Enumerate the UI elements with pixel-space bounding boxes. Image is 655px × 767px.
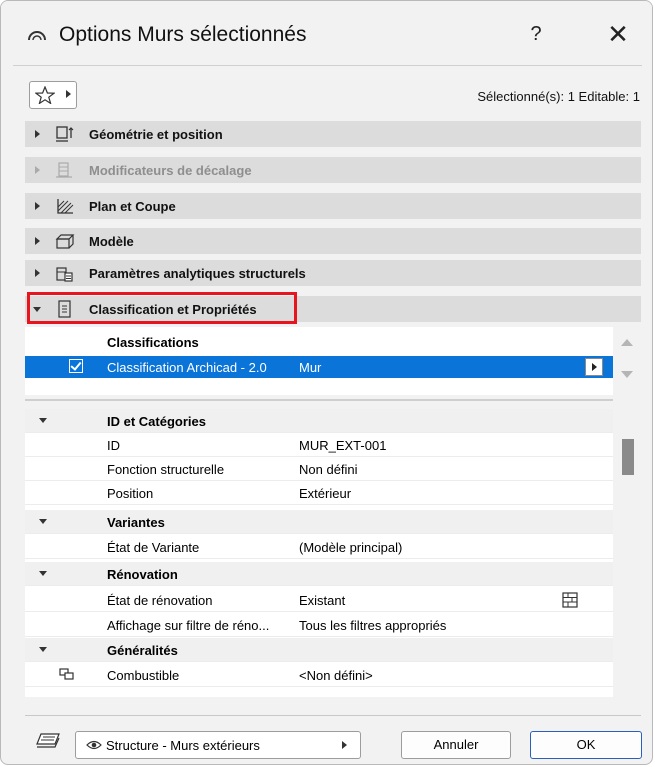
footer-divider <box>25 715 641 716</box>
chevron-right-icon <box>35 237 40 245</box>
panel-geometrie-position[interactable]: Géométrie et position <box>25 121 641 147</box>
scrollbar-thumb[interactable] <box>622 439 634 475</box>
group-label: Rénovation <box>107 567 178 582</box>
classification-value: Mur <box>299 360 322 375</box>
property-row[interactable]: État de Variante (Modèle principal) <box>25 535 613 559</box>
group-row[interactable]: Variantes <box>25 510 613 534</box>
archicad-logo-icon <box>28 31 46 41</box>
property-key: Affichage sur filtre de réno... <box>107 618 270 633</box>
title-bar: Options Murs sélectionnés ? ✕ <box>1 1 652 65</box>
property-value[interactable]: <Non défini> <box>299 668 373 683</box>
floorplan-section-icon <box>57 199 74 214</box>
property-key: État de rénovation <box>107 593 213 608</box>
chevron-right-icon <box>342 741 347 749</box>
classifications-list: Classifications Classification Archicad … <box>25 327 613 395</box>
layer-icon <box>36 733 60 748</box>
layer-name: Structure - Murs extérieurs <box>106 738 260 753</box>
chevron-down-icon <box>39 647 47 652</box>
panel-plan-coupe[interactable]: Plan et Coupe <box>25 193 641 219</box>
classifications-header: Classifications <box>107 335 199 350</box>
group-label: Variantes <box>107 515 165 530</box>
property-row[interactable]: Position Extérieur <box>25 481 613 505</box>
offset-modifier-icon <box>56 162 72 178</box>
property-value[interactable]: Extérieur <box>299 486 351 501</box>
chevron-right-icon <box>35 166 40 174</box>
property-key: Position <box>107 486 154 501</box>
classification-row[interactable]: Classification Archicad - 2.0 Mur <box>25 356 613 378</box>
chevron-right-icon <box>35 202 40 210</box>
property-key: État de Variante <box>107 540 200 555</box>
panel-modificateurs-decalage: Modificateurs de décalage <box>25 157 641 183</box>
title-divider <box>13 65 642 66</box>
close-button[interactable]: ✕ <box>601 17 635 51</box>
panel-label: Modèle <box>89 234 134 249</box>
panel-parametres-analytiques[interactable]: Paramètres analytiques structurels <box>25 260 641 286</box>
chevron-down-icon <box>39 519 47 524</box>
panel-label: Paramètres analytiques structurels <box>89 266 306 281</box>
geometry-icon <box>56 126 74 142</box>
selection-info: Sélectionné(s): 1 Editable: 1 <box>477 89 640 104</box>
property-row-partial <box>25 688 613 697</box>
chevron-right-icon <box>35 130 40 138</box>
panel-modele[interactable]: Modèle <box>25 228 641 254</box>
checkbox[interactable] <box>69 359 83 373</box>
panel-label: Géométrie et position <box>89 127 223 142</box>
structural-analytics-icon <box>56 267 73 282</box>
property-value[interactable]: Non défini <box>299 462 358 477</box>
property-row[interactable]: Fonction structurelle Non défini <box>25 457 613 481</box>
eye-icon <box>86 740 102 750</box>
dialog-title: Options Murs sélectionnés <box>59 23 307 46</box>
chevron-right-icon <box>66 90 71 98</box>
property-row[interactable]: ID MUR_EXT-001 <box>25 433 613 457</box>
property-key: Fonction structurelle <box>107 462 225 477</box>
link-icon <box>59 668 74 680</box>
model-icon <box>55 234 75 249</box>
pane-divider[interactable] <box>25 399 613 401</box>
favorites-button[interactable] <box>29 81 77 109</box>
property-value[interactable]: Existant <box>299 593 345 608</box>
classification-popup-button[interactable] <box>585 358 603 376</box>
properties-list: ID et Catégories ID MUR_EXT-001 Fonction… <box>25 409 613 697</box>
property-row[interactable]: Affichage sur filtre de réno... Tous les… <box>25 613 613 637</box>
panel-label: Plan et Coupe <box>89 199 176 214</box>
property-row[interactable]: État de rénovation Existant <box>25 588 613 612</box>
property-key: Combustible <box>107 668 180 683</box>
scroll-up-icon[interactable] <box>621 339 633 346</box>
layer-select[interactable]: Structure - Murs extérieurs <box>75 731 361 759</box>
property-row[interactable]: Combustible <Non défini> <box>25 663 613 687</box>
help-button[interactable]: ? <box>521 19 551 49</box>
options-dialog: Options Murs sélectionnés ? ✕ Sélectionn… <box>0 0 653 765</box>
chevron-down-icon <box>39 418 47 423</box>
property-value[interactable]: MUR_EXT-001 <box>299 438 386 453</box>
panel-label: Modificateurs de décalage <box>89 163 252 178</box>
star-icon <box>35 86 55 104</box>
highlight-box <box>27 292 297 324</box>
chevron-down-icon <box>39 571 47 576</box>
classification-name: Classification Archicad - 2.0 <box>107 360 267 375</box>
chevron-right-icon <box>35 269 40 277</box>
group-row[interactable]: Généralités <box>25 638 613 662</box>
group-label: Généralités <box>107 643 178 658</box>
property-key: ID <box>107 438 120 453</box>
ok-button[interactable]: OK <box>530 731 642 759</box>
renovation-icon[interactable] <box>561 591 579 609</box>
scroll-down-icon[interactable] <box>621 371 633 378</box>
group-label: ID et Catégories <box>107 414 206 429</box>
property-value[interactable]: Tous les filtres appropriés <box>299 618 446 633</box>
group-row[interactable]: Rénovation <box>25 562 613 586</box>
property-value[interactable]: (Modèle principal) <box>299 540 402 555</box>
group-row[interactable]: ID et Catégories <box>25 409 613 433</box>
cancel-button[interactable]: Annuler <box>401 731 511 759</box>
